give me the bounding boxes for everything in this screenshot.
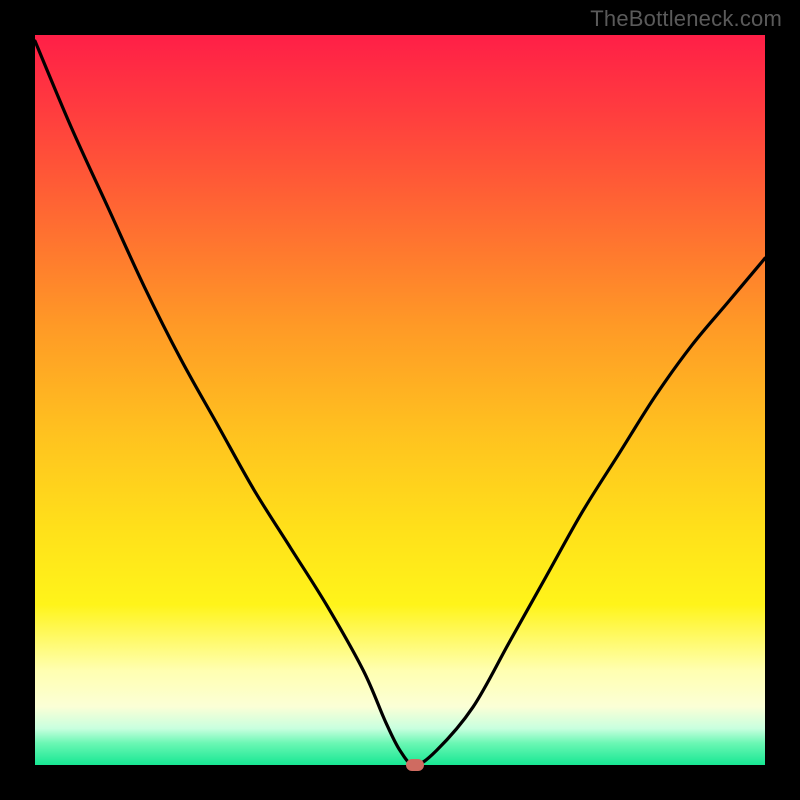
bottleneck-curve-path bbox=[35, 41, 765, 765]
plot-area bbox=[35, 35, 765, 765]
optimal-point-marker bbox=[406, 759, 424, 771]
watermark-text: TheBottleneck.com bbox=[590, 6, 782, 32]
chart-stage: TheBottleneck.com bbox=[0, 0, 800, 800]
curve-layer bbox=[35, 35, 765, 765]
